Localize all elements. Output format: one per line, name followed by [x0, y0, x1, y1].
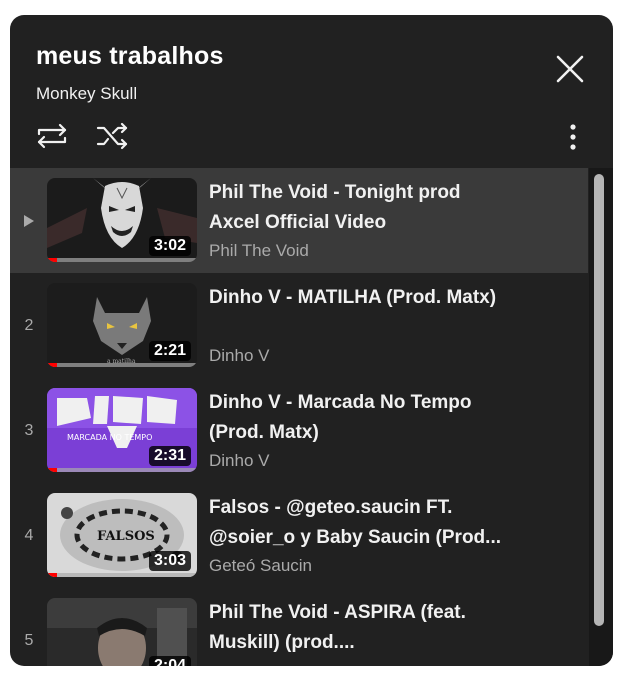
- playlist-panel: meus trabalhos Monkey Skull 3:02 Phil Th…: [10, 15, 613, 666]
- watch-progress: [47, 258, 197, 262]
- video-thumbnail[interactable]: MARCADA NO TEMPO 2:31: [47, 388, 197, 472]
- loop-icon: [37, 123, 67, 149]
- item-index: 4: [24, 526, 34, 544]
- playlist-owner[interactable]: Monkey Skull: [36, 84, 137, 104]
- playlist-item[interactable]: 2 a matilha 2:21 Dinho V - MATILHA (Prod…: [10, 273, 588, 378]
- video-duration: 2:31: [148, 446, 191, 466]
- video-channel: Geteó Saucin: [209, 556, 313, 575]
- item-index: 2: [24, 316, 34, 334]
- scrollbar-thumb[interactable]: [594, 174, 604, 626]
- now-playing-indicator: [10, 168, 48, 273]
- video-thumbnail[interactable]: 2:04: [47, 598, 197, 666]
- video-duration: 2:21: [148, 341, 191, 361]
- playlist-item[interactable]: 5 2:04 Phil The Void - ASPIRA (feat. Mus…: [10, 588, 588, 666]
- video-thumbnail[interactable]: 3:02: [47, 178, 197, 262]
- playlist-item[interactable]: 4 FALSOS 3:03 Falsos - @geteo.saucin FT.…: [10, 483, 588, 588]
- watch-progress: [47, 363, 197, 367]
- playlist-items: 3:02 Phil The Void - Tonight prod Axcel …: [10, 168, 588, 666]
- video-title[interactable]: Falsos - @geteo.saucin FT. @soier_o y Ba…: [209, 493, 509, 553]
- video-title[interactable]: Dinho V - Marcada No Tempo (Prod. Matx): [209, 388, 509, 448]
- shuffle-icon: [96, 122, 128, 150]
- more-options-button[interactable]: [558, 119, 588, 155]
- shuffle-button[interactable]: [94, 118, 130, 154]
- more-vertical-icon: [570, 124, 576, 150]
- video-thumbnail[interactable]: a matilha 2:21: [47, 283, 197, 367]
- playlist-item[interactable]: 3:02 Phil The Void - Tonight prod Axcel …: [10, 168, 588, 273]
- item-index: 3: [24, 421, 34, 439]
- close-button[interactable]: [552, 51, 588, 87]
- watch-progress: [47, 573, 197, 577]
- video-title[interactable]: Phil The Void - ASPIRA (feat. Muskill) (…: [209, 598, 509, 658]
- playlist-item[interactable]: 3 MARCADA NO TEMPO 2:31 Dinho V - Marcad…: [10, 378, 588, 483]
- video-channel: Dinho V: [209, 451, 270, 470]
- svg-text:FALSOS: FALSOS: [97, 529, 155, 544]
- video-title[interactable]: Dinho V - MATILHA (Prod. Matx): [209, 283, 509, 313]
- video-thumbnail[interactable]: FALSOS 3:03: [47, 493, 197, 577]
- video-title[interactable]: Phil The Void - Tonight prod Axcel Offic…: [209, 178, 509, 238]
- play-arrow-icon: [24, 214, 34, 227]
- watch-progress: [47, 468, 197, 472]
- video-channel: Phil The Void: [209, 241, 309, 260]
- video-duration: 3:02: [148, 236, 191, 256]
- video-duration: 2:04: [148, 656, 191, 666]
- item-index: 5: [24, 631, 34, 649]
- video-duration: 3:03: [148, 551, 191, 571]
- close-icon: [556, 55, 584, 83]
- svg-text:MARCADA NO TEMPO: MARCADA NO TEMPO: [67, 433, 152, 442]
- loop-button[interactable]: [34, 118, 70, 154]
- playlist-title: meus trabalhos: [36, 42, 224, 70]
- video-channel: Dinho V: [209, 346, 270, 365]
